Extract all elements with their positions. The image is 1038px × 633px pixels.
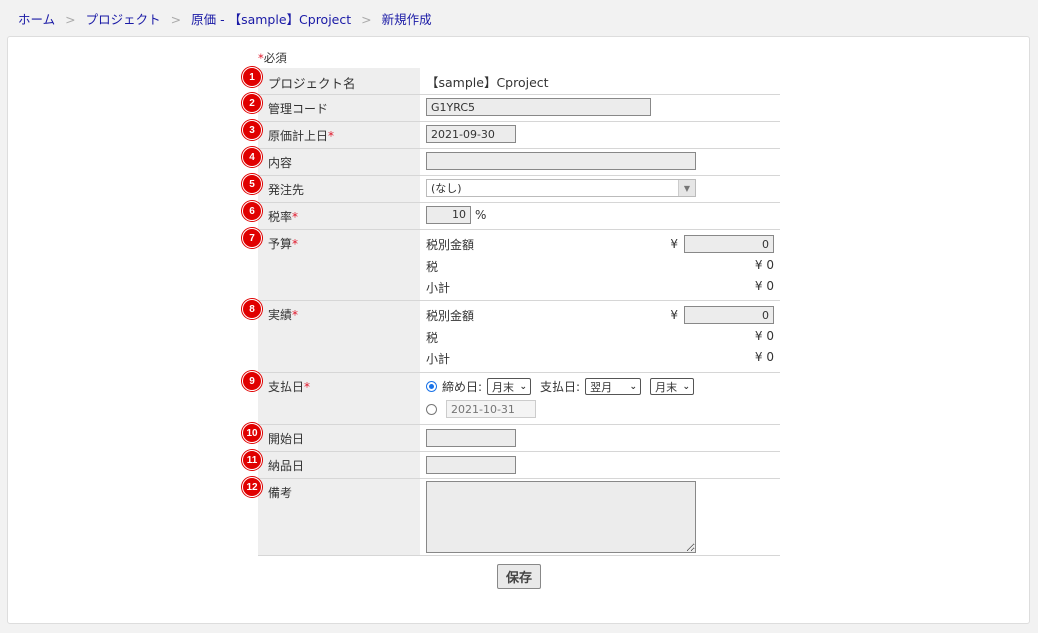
- label-start-date: 開始日: [268, 432, 305, 446]
- number-badge: 7: [242, 228, 262, 248]
- content-input[interactable]: [426, 152, 696, 170]
- row-start-date: 10 開始日: [242, 423, 780, 452]
- breadcrumb-project[interactable]: プロジェクト: [86, 12, 161, 27]
- row-supplier: 5 発注先 (なし) ▼: [242, 174, 780, 203]
- row-content: 4 内容: [242, 147, 780, 176]
- label-actual: 実績: [268, 308, 293, 322]
- number-badge: 6: [242, 201, 262, 221]
- number-badge: 11: [242, 450, 262, 470]
- breadcrumb-cost[interactable]: 原価 - 【sample】Cproject: [191, 12, 351, 27]
- breadcrumb-separator: >: [170, 12, 182, 27]
- breadcrumb: ホーム > プロジェクト > 原価 - 【sample】Cproject > 新規作成: [18, 9, 432, 28]
- breadcrumb-separator: >: [361, 12, 372, 27]
- breadcrumb-separator: >: [65, 12, 76, 27]
- label-cost-date: 原価計上日: [268, 129, 329, 143]
- number-badge: 8: [242, 299, 262, 319]
- yen-symbol: ¥: [670, 237, 678, 251]
- chevron-down-icon: ⌄: [682, 381, 691, 392]
- label-remarks: 備考: [268, 486, 293, 500]
- row-project-name: 1 プロジェクト名 【sample】Cproject: [242, 67, 780, 95]
- number-badge: 12: [242, 477, 262, 497]
- pay-day-label: 支払日:: [540, 380, 581, 394]
- row-budget: 7 予算* 税別金額 ¥ 税 ¥ 0 小計 ¥ 0: [242, 228, 780, 301]
- row-cost-date: 3 原価計上日*: [242, 120, 780, 149]
- label-tax-rate: 税率: [268, 210, 293, 224]
- closing-day-select[interactable]: 月末 ⌄: [487, 378, 532, 395]
- actual-pretax-label: 税別金額: [426, 308, 475, 323]
- label-budget: 予算: [268, 237, 293, 251]
- supplier-select[interactable]: (なし) ▼: [426, 179, 696, 197]
- budget-pretax-label: 税別金額: [426, 237, 475, 252]
- label-content: 内容: [268, 156, 293, 170]
- cost-date-input[interactable]: [426, 125, 516, 143]
- save-button[interactable]: 保存: [497, 564, 541, 589]
- number-badge: 10: [242, 423, 262, 443]
- row-delivery-date: 11 納品日: [242, 450, 780, 479]
- cost-form: 1 プロジェクト名 【sample】Cproject 2 管理コード 3 原価計…: [242, 67, 780, 556]
- number-badge: 9: [242, 371, 262, 391]
- number-badge: 4: [242, 147, 262, 167]
- row-tax-rate: 6 税率* %: [242, 201, 780, 230]
- actual-subtotal-label: 小計: [426, 352, 451, 366]
- row-actual: 8 実績* 税別金額 ¥ 税 ¥ 0 小計 ¥ 0: [242, 299, 780, 373]
- actual-tax-label: 税: [426, 331, 439, 345]
- actual-pretax-input[interactable]: [684, 306, 774, 324]
- pay-month-select[interactable]: 翌月 ⌄: [585, 378, 642, 395]
- actual-tax-value: ¥ 0: [754, 329, 774, 343]
- required-note: *必須: [258, 51, 287, 65]
- label-payment-date: 支払日: [268, 380, 305, 394]
- tax-rate-input[interactable]: [426, 205, 471, 224]
- budget-subtotal-value: ¥ 0: [754, 279, 774, 293]
- delivery-date-input[interactable]: [426, 456, 516, 474]
- payment-closing-radio[interactable]: [426, 381, 437, 392]
- project-name-value: 【sample】Cproject: [426, 75, 549, 90]
- yen-symbol: ¥: [670, 308, 678, 322]
- closing-day-label: 締め日:: [442, 380, 483, 394]
- label-project-name: プロジェクト名: [268, 76, 356, 91]
- fixed-payment-date-input[interactable]: [446, 400, 536, 418]
- row-remarks: 12 備考: [242, 477, 780, 556]
- payment-fixed-date-radio[interactable]: [426, 403, 437, 415]
- number-badge: 3: [242, 120, 262, 140]
- row-management-code: 2 管理コード: [242, 93, 780, 122]
- chevron-down-icon: ⌄: [629, 381, 638, 392]
- breadcrumb-home[interactable]: ホーム: [18, 12, 55, 27]
- budget-tax-label: 税: [426, 260, 439, 274]
- number-badge: 2: [242, 93, 262, 113]
- remarks-textarea[interactable]: [426, 481, 696, 553]
- row-payment-date: 9 支払日* 締め日: 月末 ⌄ 支払日: 翌月 ⌄ 月末 ⌄: [242, 371, 780, 425]
- label-management-code: 管理コード: [268, 102, 329, 116]
- start-date-input[interactable]: [426, 429, 516, 447]
- budget-tax-value: ¥ 0: [754, 258, 774, 272]
- breadcrumb-new[interactable]: 新規作成: [382, 12, 432, 27]
- budget-pretax-input[interactable]: [684, 235, 774, 253]
- chevron-down-icon: ⌄: [519, 381, 528, 392]
- percent-unit: %: [475, 207, 487, 222]
- label-supplier: 発注先: [268, 183, 305, 197]
- number-badge: 1: [242, 67, 262, 87]
- number-badge: 5: [242, 174, 262, 194]
- dropdown-arrow-icon: ▼: [678, 180, 695, 196]
- label-delivery-date: 納品日: [268, 459, 305, 473]
- actual-subtotal-value: ¥ 0: [754, 350, 774, 364]
- management-code-input[interactable]: [426, 98, 651, 116]
- budget-subtotal-label: 小計: [426, 281, 451, 295]
- pay-day-select[interactable]: 月末 ⌄: [650, 378, 695, 395]
